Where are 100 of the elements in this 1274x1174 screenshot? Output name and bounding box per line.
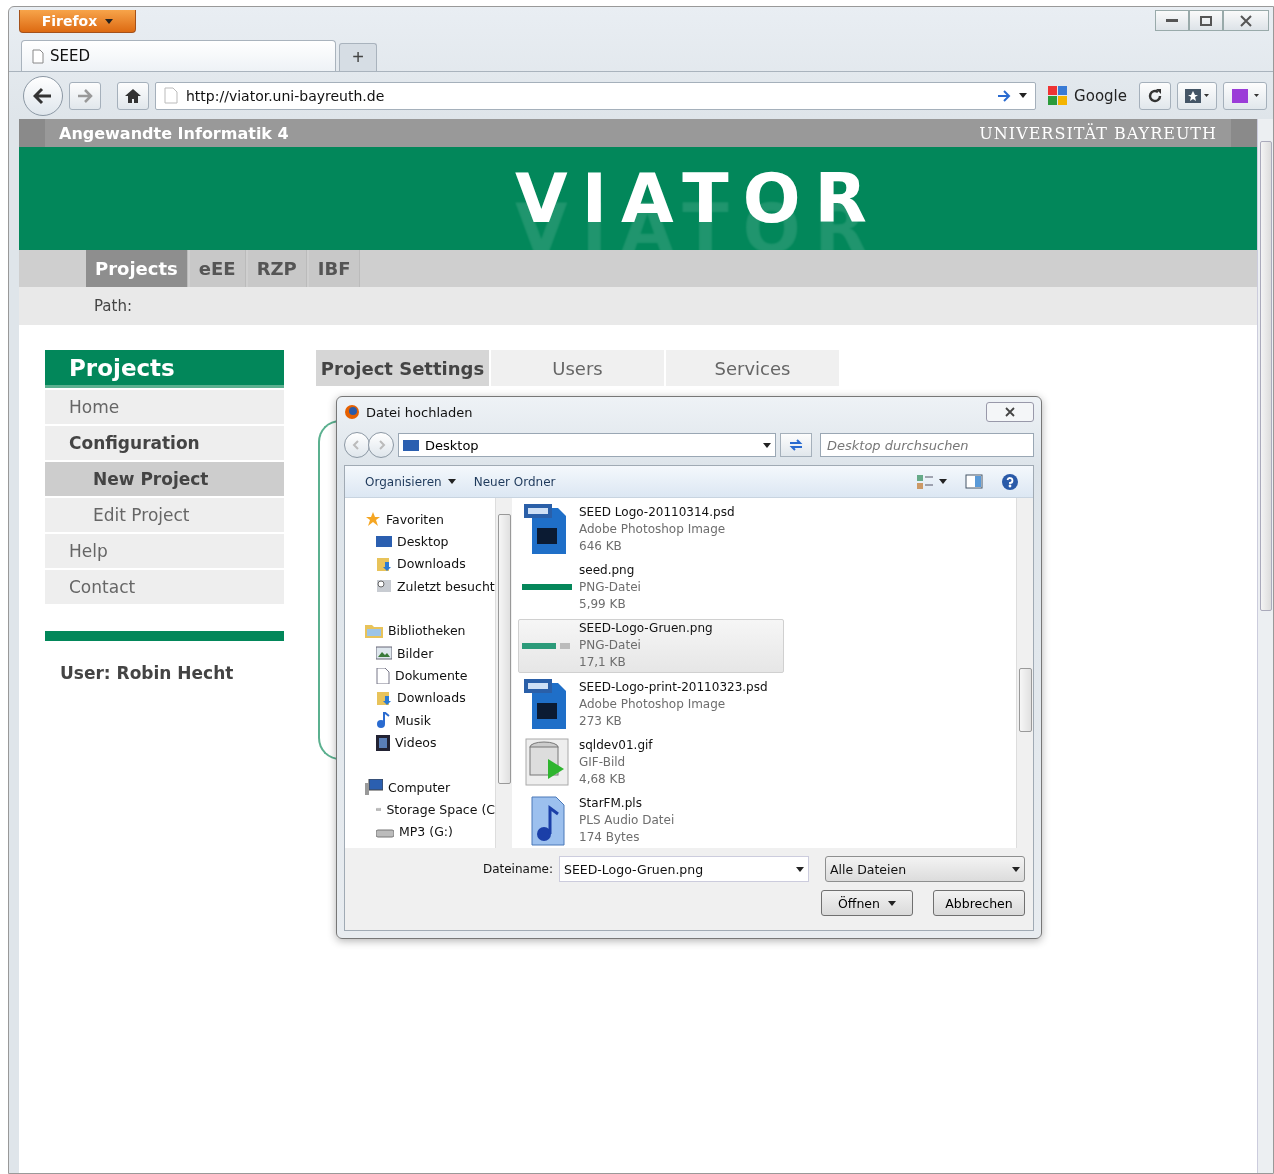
new-tab-button[interactable]: +	[339, 43, 377, 71]
home-button[interactable]	[117, 81, 149, 110]
file-size: 646 KB	[579, 537, 623, 555]
nav-tree-item[interactable]: Videos	[365, 731, 495, 754]
file-name: StarFM.pls	[579, 795, 643, 813]
nav-tree-item[interactable]: MP3 (G:)	[365, 820, 495, 844]
sidebar-title: Projects	[45, 350, 284, 388]
bookmark-star-icon	[1184, 87, 1210, 104]
user-label: User: Robin Hecht	[59, 663, 235, 683]
file-name: seed.png	[579, 562, 636, 579]
dialog-button[interactable]: Öffnen	[821, 890, 913, 916]
maximize-icon	[1200, 15, 1212, 26]
nav-tab[interactable]: IBF	[308, 250, 361, 287]
grid-icon	[1230, 87, 1260, 104]
file-item[interactable]: SEED-Logo-Gruen.png PNG-Datei 17,1 KB	[518, 618, 784, 673]
file-size: 17,1 KB	[579, 654, 627, 672]
back-arrow-icon	[33, 86, 53, 105]
nav-tab[interactable]: eEE	[189, 250, 246, 287]
back-button[interactable]	[23, 75, 63, 116]
minimize-button[interactable]	[1155, 10, 1189, 31]
download-folder-icon	[376, 555, 392, 572]
file-name: sqldev01.gif	[579, 736, 653, 754]
browser-tab[interactable]: SEED	[21, 40, 336, 71]
dialog-button[interactable]: Abbrechen	[933, 890, 1025, 916]
nav-tree-item[interactable]: Downloads	[365, 552, 495, 576]
star-icon	[365, 511, 381, 528]
content-tab[interactable]: Project Settings	[316, 350, 489, 386]
download-folder-icon	[376, 689, 392, 706]
home-icon	[124, 87, 142, 104]
folder-icon	[365, 623, 383, 639]
reload-button[interactable]	[1139, 81, 1171, 110]
sidebar-item[interactable]: Help	[45, 534, 284, 568]
sidebar-item[interactable]: Configuration	[45, 426, 284, 460]
file-item[interactable]: StarFM.pls PLS Audio Datei 174 Bytes	[518, 793, 784, 848]
file-type: PNG-Datei	[579, 579, 641, 596]
close-button[interactable]	[986, 402, 1034, 422]
dropdown-caret-icon	[1019, 93, 1028, 98]
refresh-button[interactable]	[780, 433, 812, 457]
file-type-dropdown[interactable]: Alle Dateien	[825, 856, 1025, 882]
file-item[interactable]: SEED-Logo-print-20110323.psd Adobe Photoshop Image 273 KB	[518, 677, 784, 732]
search-engine-button[interactable]: Google	[1042, 81, 1133, 110]
nav-tree-item[interactable]: Bibliotheken	[365, 619, 495, 642]
tree-scrollbar[interactable]	[495, 498, 512, 848]
nav-tab[interactable]: RZP	[247, 250, 307, 287]
content-tab[interactable]: Services	[666, 350, 839, 386]
site-logo: VIATOR	[514, 159, 881, 238]
sidebar-item[interactable]: Edit Project	[45, 498, 284, 532]
forward-button[interactable]	[69, 81, 101, 110]
dropdown-caret-icon	[763, 442, 771, 448]
file-type: Adobe Photoshop Image	[579, 695, 727, 713]
file-size: 174 Bytes	[579, 829, 641, 847]
reload-icon	[1147, 87, 1163, 104]
maximize-button[interactable]	[1189, 10, 1223, 31]
file-item[interactable]: SEED Logo-20110314.psd Adobe Photoshop Image 646 KB	[518, 502, 784, 557]
go-arrow-icon	[997, 89, 1012, 102]
institute-name: Angewandte Informatik 4	[59, 123, 289, 143]
forward-button[interactable]	[368, 432, 394, 458]
music-note-icon	[376, 712, 390, 729]
address-bar[interactable]: http://viator.uni-bayreuth.de	[155, 81, 1037, 110]
page-scrollbar[interactable]	[1257, 119, 1273, 1173]
file-list-scrollbar[interactable]	[1016, 498, 1033, 848]
file-name: SEED-Logo-Gruen.png	[579, 620, 713, 638]
file-size: 5,99 KB	[579, 596, 627, 613]
file-item[interactable]: seed.png PNG-Datei 5,99 KB	[518, 560, 784, 615]
film-icon	[376, 734, 390, 751]
content-tab[interactable]: Users	[491, 350, 664, 386]
dialog-title: Datei hochladen	[366, 404, 473, 420]
sidebar-item[interactable]: New Project	[45, 462, 284, 496]
search-field[interactable]: Desktop durchsuchen	[820, 433, 1034, 457]
nav-tree-item[interactable]: Downloads	[365, 686, 495, 710]
toolbar-button[interactable]: Organisieren	[361, 472, 460, 491]
refresh-arrows-icon	[788, 438, 804, 452]
nav-tree-item[interactable]: Desktop	[365, 530, 495, 553]
monitor-icon	[403, 438, 419, 452]
nav-tree-item[interactable]: Favoriten	[365, 508, 495, 531]
sidebar-item[interactable]: Home	[45, 390, 284, 424]
minimize-icon	[1166, 18, 1178, 23]
file-name: SEED Logo-20110314.psd	[579, 503, 735, 521]
recent-places-icon	[376, 578, 392, 595]
nav-tree-item[interactable]: Bilder	[365, 641, 495, 665]
nav-tree-item[interactable]: Dokumente	[365, 664, 495, 687]
filename-field[interactable]: SEED-Logo-Gruen.png	[559, 856, 809, 882]
apps-button[interactable]	[1223, 81, 1267, 110]
page-icon	[164, 87, 178, 104]
nav-tree-item[interactable]: Zuletzt besucht	[365, 575, 495, 598]
file-item[interactable]: sqldev01.gif GIF-Bild 4,68 KB	[518, 735, 784, 790]
nav-tree-item[interactable]: Storage Space (C	[365, 798, 495, 821]
nav-tree-item[interactable]: Musik	[365, 709, 495, 732]
location-bar[interactable]: Desktop	[398, 433, 776, 457]
nav-tree-item[interactable]: Computer	[365, 775, 495, 799]
file-size: 273 KB	[579, 712, 623, 730]
university-name: UNIVERSITÄT BAYREUTH	[979, 123, 1217, 143]
view-list-icon	[917, 474, 933, 489]
monitor-icon	[376, 534, 392, 549]
toolbar-button[interactable]: Neuer Ordner	[469, 472, 560, 491]
caret-icon	[105, 18, 114, 24]
file-name: SEED-Logo-print-20110323.psd	[579, 678, 768, 696]
bookmarks-button[interactable]	[1177, 81, 1217, 110]
close-button[interactable]	[1223, 10, 1269, 31]
sidebar-item[interactable]: Contact	[45, 570, 284, 604]
